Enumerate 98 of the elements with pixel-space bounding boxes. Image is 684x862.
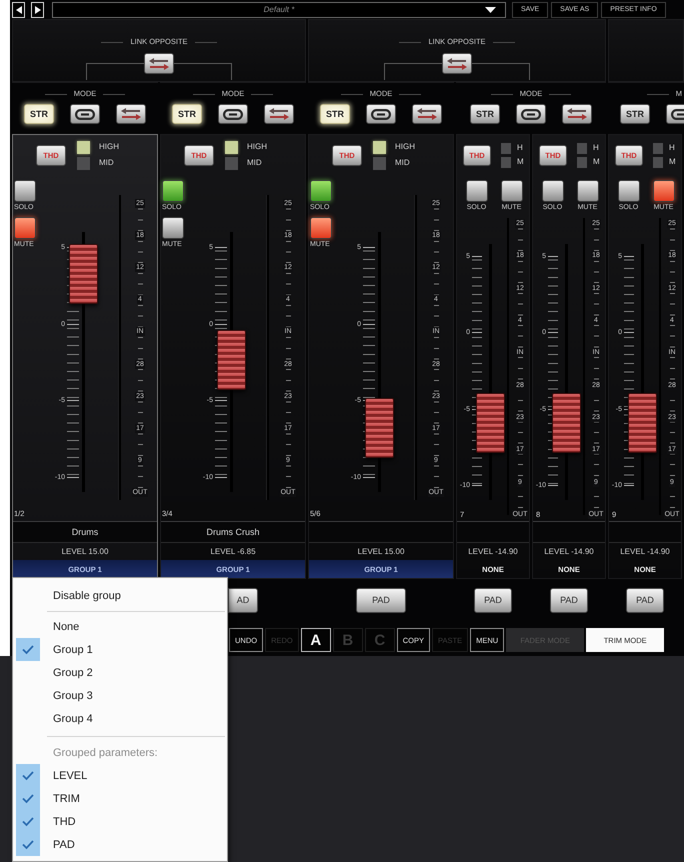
band-label: HIGH	[247, 142, 267, 152]
mute-button[interactable]	[500, 180, 522, 202]
channel-name-field[interactable]	[309, 521, 453, 543]
band-label: MID	[395, 158, 410, 168]
mute-button[interactable]	[652, 180, 674, 202]
band-label: M	[669, 157, 676, 167]
swap-arrows-icon	[121, 108, 141, 120]
swap-arrows-icon	[567, 108, 587, 120]
level-readout: LEVEL 15.00	[62, 547, 108, 556]
channel-name-field[interactable]: Drums	[13, 521, 157, 543]
str-button[interactable]: STR	[24, 104, 54, 124]
bracket-line	[174, 63, 232, 80]
channel-name-field[interactable]	[609, 521, 681, 543]
menu-item[interactable]: TRIM	[13, 787, 227, 810]
menu-section-header: Grouped parameters:	[53, 746, 158, 758]
chain-link-icon	[371, 108, 391, 120]
swap-arrows-icon	[447, 58, 467, 70]
menu-item[interactable]: Group 4	[13, 707, 227, 730]
str-button[interactable]: STR	[172, 104, 202, 124]
channel-name-field[interactable]: Drums Crush	[161, 521, 305, 543]
menu-item[interactable]: Group 2	[13, 661, 227, 684]
mute-button[interactable]	[576, 180, 598, 202]
triangle-right-icon	[34, 6, 40, 14]
swap-button[interactable]	[412, 104, 442, 124]
solo-button[interactable]	[466, 180, 488, 202]
band-label: MID	[247, 158, 262, 168]
solo-button[interactable]	[542, 180, 564, 202]
str-button[interactable]: STR	[620, 104, 650, 124]
mute-button[interactable]	[162, 217, 184, 239]
band-label: HIGH	[395, 142, 415, 152]
band-label: M	[593, 157, 600, 167]
mute-button[interactable]	[14, 217, 36, 239]
fader-handle[interactable]	[628, 393, 657, 453]
swap-arrows-icon	[149, 58, 169, 70]
pad-button[interactable]: PAD	[626, 588, 664, 612]
band-label: M	[517, 157, 524, 167]
menu-item[interactable]: THD	[13, 810, 227, 833]
bracket-line	[472, 63, 530, 80]
link-button[interactable]	[70, 104, 100, 124]
solo-button[interactable]	[14, 180, 36, 202]
band-label: MID	[99, 158, 114, 168]
fader-handle[interactable]	[365, 398, 394, 458]
band-label: H	[517, 143, 523, 153]
fader-handle[interactable]	[476, 393, 505, 453]
channel-name-field[interactable]	[457, 521, 529, 543]
swap-arrows-icon	[417, 108, 437, 120]
swap-button[interactable]	[562, 104, 592, 124]
mute-button[interactable]	[310, 217, 332, 239]
level-readout: LEVEL 15.00	[358, 547, 404, 556]
link-opposite-button[interactable]	[442, 53, 472, 74]
link-button[interactable]	[218, 104, 248, 124]
level-readout: LEVEL -6.85	[210, 547, 256, 556]
link-opposite-button[interactable]	[144, 53, 174, 74]
solo-button[interactable]	[618, 180, 640, 202]
triangle-left-icon	[16, 6, 22, 14]
chain-link-icon	[223, 108, 243, 120]
band-indicator[interactable]	[77, 140, 90, 154]
swap-button[interactable]	[264, 104, 294, 124]
slot-button[interactable]: A	[300, 628, 331, 652]
menu-item[interactable]: LEVEL	[13, 764, 227, 787]
preset-dropdown[interactable]: Default *	[52, 2, 506, 18]
link-button[interactable]	[516, 104, 546, 124]
pad-button[interactable]: AD	[228, 588, 258, 612]
previous-button[interactable]	[12, 2, 25, 18]
solo-button[interactable]	[162, 180, 184, 202]
fader-handle[interactable]	[217, 330, 246, 390]
caret-down-icon	[485, 6, 496, 12]
level-readout: LEVEL -14.90	[544, 547, 594, 556]
level-readout: LEVEL -14.90	[620, 547, 670, 556]
str-button[interactable]: STR	[320, 104, 350, 124]
channel-name-field[interactable]	[533, 521, 605, 543]
next-button[interactable]	[31, 2, 44, 18]
menu-item[interactable]: PAD	[13, 833, 227, 856]
swap-button[interactable]	[116, 104, 146, 124]
pad-button[interactable]: PAD	[356, 588, 406, 612]
band-indicator[interactable]	[373, 140, 386, 154]
menu-item[interactable]: Disable group	[13, 584, 227, 607]
pad-button[interactable]: PAD	[474, 588, 512, 612]
band-indicator[interactable]	[225, 140, 238, 154]
chain-link-icon	[521, 108, 541, 120]
fader-handle[interactable]	[69, 244, 98, 304]
band-label: HIGH	[99, 142, 119, 152]
menu-item[interactable]: None	[13, 615, 227, 638]
str-button[interactable]: STR	[470, 104, 500, 124]
pad-button[interactable]: PAD	[550, 588, 588, 612]
check-icon	[16, 638, 40, 661]
menu-item[interactable]: Group 1	[13, 638, 227, 661]
check-icon	[16, 764, 40, 787]
level-readout: LEVEL -14.90	[468, 547, 518, 556]
chain-link-icon	[75, 108, 95, 120]
band-label: H	[669, 143, 675, 153]
menu-item[interactable]: Group 3	[13, 684, 227, 707]
link-button[interactable]	[366, 104, 396, 124]
check-icon	[16, 833, 40, 856]
swap-arrows-icon	[269, 108, 289, 120]
solo-button[interactable]	[310, 180, 332, 202]
band-label: H	[593, 143, 599, 153]
fader-handle[interactable]	[552, 393, 581, 453]
